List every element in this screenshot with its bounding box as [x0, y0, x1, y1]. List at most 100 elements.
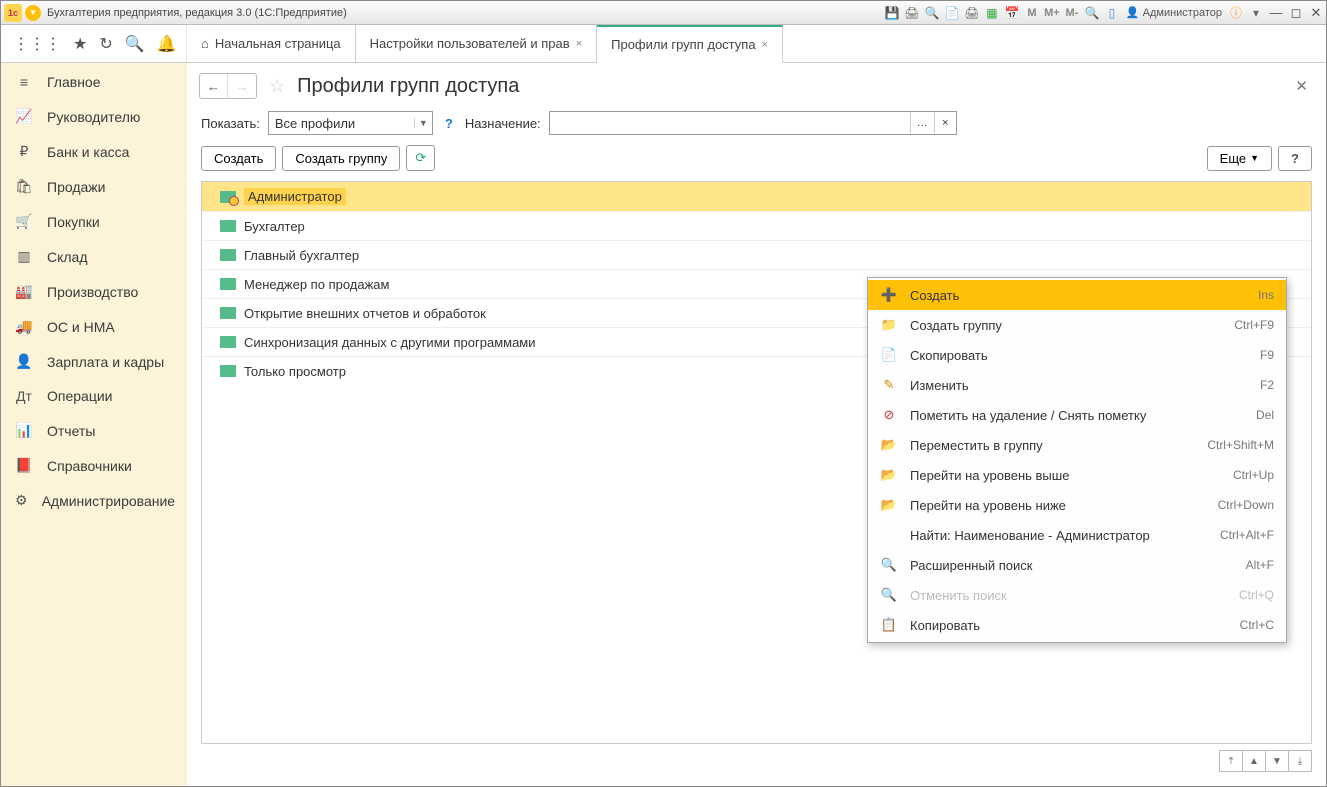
sidebar-item-label: Отчеты — [47, 423, 95, 439]
sidebar-item-label: Банк и касса — [47, 144, 129, 160]
calc-m-button[interactable]: M — [1022, 3, 1042, 23]
context-menu-item[interactable]: 📂Перейти на уровень нижеCtrl+Down — [868, 490, 1286, 520]
preview-icon[interactable]: 🔍 — [922, 3, 942, 23]
sidebar-icon: 🏭 — [15, 283, 33, 300]
context-menu-item[interactable]: 📂Перейти на уровень вышеCtrl+Up — [868, 460, 1286, 490]
minimize-button[interactable]: — — [1266, 3, 1286, 23]
tab-начальная-страница[interactable]: ⌂Начальная страница — [187, 25, 356, 62]
context-menu-shortcut: Del — [1256, 408, 1274, 422]
context-menu-label: Переместить в группу — [910, 438, 1195, 453]
refresh-button[interactable]: ⟳ — [406, 145, 435, 171]
favorite-icon[interactable]: ★ — [73, 34, 87, 54]
nav-forward-button[interactable]: → — [228, 74, 256, 98]
list-row[interactable]: Главный бухгалтер — [202, 240, 1311, 269]
tab-close-button[interactable]: × — [576, 38, 582, 50]
list-row[interactable]: Бухгалтер — [202, 211, 1311, 240]
sidebar-item-банк-и-касса[interactable]: ₽ Банк и касса — [1, 134, 187, 169]
sidebar-item-покупки[interactable]: 🛒 Покупки — [1, 204, 187, 239]
zoom-icon[interactable]: 🔍 — [1082, 3, 1102, 23]
home-icon: ⌂ — [201, 36, 209, 51]
list-nav-down[interactable]: ▼ — [1265, 750, 1289, 772]
sidebar-item-зарплата-и-кадры[interactable]: 👤Зарплата и кадры — [1, 344, 187, 379]
print2-icon[interactable]: 🖨 — [962, 3, 982, 23]
list-nav-up[interactable]: ▲ — [1242, 750, 1266, 772]
tab-настройки-пользователей-и-прав[interactable]: Настройки пользователей и прав × — [356, 25, 597, 62]
close-button[interactable]: ✕ — [1306, 3, 1326, 23]
calc-mplus-button[interactable]: M+ — [1042, 3, 1062, 23]
titlebar: 1c ▼ Бухгалтерия предприятия, редакция 3… — [1, 1, 1326, 25]
list-row-label: Только просмотр — [244, 364, 346, 379]
compare-icon[interactable]: 📄 — [942, 3, 962, 23]
nav-back-button[interactable]: ← — [200, 74, 228, 98]
save-icon[interactable]: 💾 — [882, 3, 902, 23]
help-button[interactable]: ? — [1278, 146, 1312, 171]
search-icon[interactable]: 🔍 — [125, 34, 145, 54]
user-menu[interactable]: 👤 Администратор — [1122, 6, 1226, 19]
list-row-label: Бухгалтер — [244, 219, 305, 234]
profile-icon — [220, 249, 236, 261]
sidebar-item-справочники[interactable]: 📕Справочники — [1, 448, 187, 483]
sidebar-icon: ▥ — [15, 248, 33, 265]
maximize-button[interactable]: ◻ — [1286, 3, 1306, 23]
filter-show-value: Все профили — [269, 116, 414, 131]
context-menu-shortcut: Ins — [1258, 288, 1274, 302]
info-icon[interactable]: ⓘ — [1226, 3, 1246, 23]
info-dropdown[interactable]: ▾ — [1246, 3, 1266, 23]
history-icon[interactable]: ↻ — [99, 34, 112, 54]
context-menu-item[interactable]: ➕СоздатьIns — [868, 280, 1286, 310]
sidebar-item-администрирование[interactable]: ⚙Администрирование — [1, 483, 187, 518]
sidebar-item-руководителю[interactable]: 📈Руководителю — [1, 99, 187, 134]
filter-show-select[interactable]: Все профили ▼ — [268, 111, 433, 135]
profile-icon — [220, 307, 236, 319]
list-nav-bottom[interactable]: ⤓ — [1288, 750, 1312, 772]
tab-close-button[interactable]: × — [762, 39, 768, 51]
context-menu-item[interactable]: ⊘Пометить на удаление / Снять пометкуDel — [868, 400, 1286, 430]
sidebar-item-label: Покупки — [47, 214, 100, 230]
chevron-down-icon: ▼ — [414, 118, 432, 128]
context-menu-item[interactable]: 📄СкопироватьF9 — [868, 340, 1286, 370]
assign-clear-button[interactable]: × — [934, 112, 956, 134]
list-row[interactable]: Администратор — [202, 182, 1311, 211]
apps-icon[interactable]: ⋮⋮⋮ — [13, 34, 61, 54]
filter-help-button[interactable]: ? — [439, 116, 459, 131]
sidebar-item-отчеты[interactable]: 📊Отчеты — [1, 413, 187, 448]
more-button[interactable]: Еще ▼ — [1207, 146, 1272, 171]
tab-label: Настройки пользователей и прав — [370, 36, 570, 51]
assign-browse-button[interactable]: … — [910, 112, 934, 134]
sidebar-icon: 🛒 — [15, 213, 33, 230]
list-row-label: Синхронизация данных с другими программа… — [244, 335, 536, 350]
calc-mminus-button[interactable]: M- — [1062, 3, 1082, 23]
app-menu-dropdown[interactable]: ▼ — [25, 5, 41, 21]
sidebar-item-склад[interactable]: ▥Склад — [1, 239, 187, 274]
sidebar-item-label: Администрирование — [42, 493, 176, 509]
context-menu-item[interactable]: ✎ИзменитьF2 — [868, 370, 1286, 400]
sidebar-item-продажи[interactable]: 🛍Продажи — [1, 169, 187, 204]
panel-icon[interactable]: ▯ — [1102, 3, 1122, 23]
sidebar-item-производство[interactable]: 🏭Производство — [1, 274, 187, 309]
sidebar-icon: ₽ — [15, 143, 33, 160]
context-menu-item[interactable]: 🔍Расширенный поискAlt+F — [868, 550, 1286, 580]
create-button[interactable]: Создать — [201, 146, 276, 171]
close-page-button[interactable]: ✕ — [1295, 77, 1308, 95]
favorite-page-button[interactable]: ☆ — [265, 76, 289, 97]
tab-профили-групп-доступа[interactable]: Профили групп доступа× — [597, 25, 783, 63]
create-group-button[interactable]: Создать группу — [282, 146, 400, 171]
list-nav-top[interactable]: ⤒ — [1219, 750, 1243, 772]
context-menu-item[interactable]: 📋КопироватьCtrl+C — [868, 610, 1286, 640]
context-menu-item[interactable]: 📁Создать группуCtrl+F9 — [868, 310, 1286, 340]
calc-icon[interactable]: ▦ — [982, 3, 1002, 23]
context-menu-item[interactable]: Найти: Наименование - АдминистраторCtrl+… — [868, 520, 1286, 550]
context-menu-icon: ➕ — [880, 287, 898, 303]
sidebar-icon: 📕 — [15, 457, 33, 474]
sidebar-item-главное[interactable]: ≡Главное — [1, 65, 187, 99]
context-menu-item[interactable]: 📂Переместить в группуCtrl+Shift+M — [868, 430, 1286, 460]
print-icon[interactable]: 🖨 — [902, 3, 922, 23]
filter-assign-label: Назначение: — [465, 116, 541, 131]
calendar-icon[interactable]: 📅 — [1002, 3, 1022, 23]
context-menu-shortcut: Ctrl+Down — [1218, 498, 1274, 512]
notifications-icon[interactable]: 🔔 — [157, 34, 177, 54]
sidebar-item-ос-и-нма[interactable]: 🚚ОС и НМА — [1, 309, 187, 344]
context-menu-icon: ✎ — [880, 377, 898, 393]
assign-input[interactable] — [550, 112, 910, 134]
sidebar-item-операции[interactable]: ДтОперации — [1, 379, 187, 413]
